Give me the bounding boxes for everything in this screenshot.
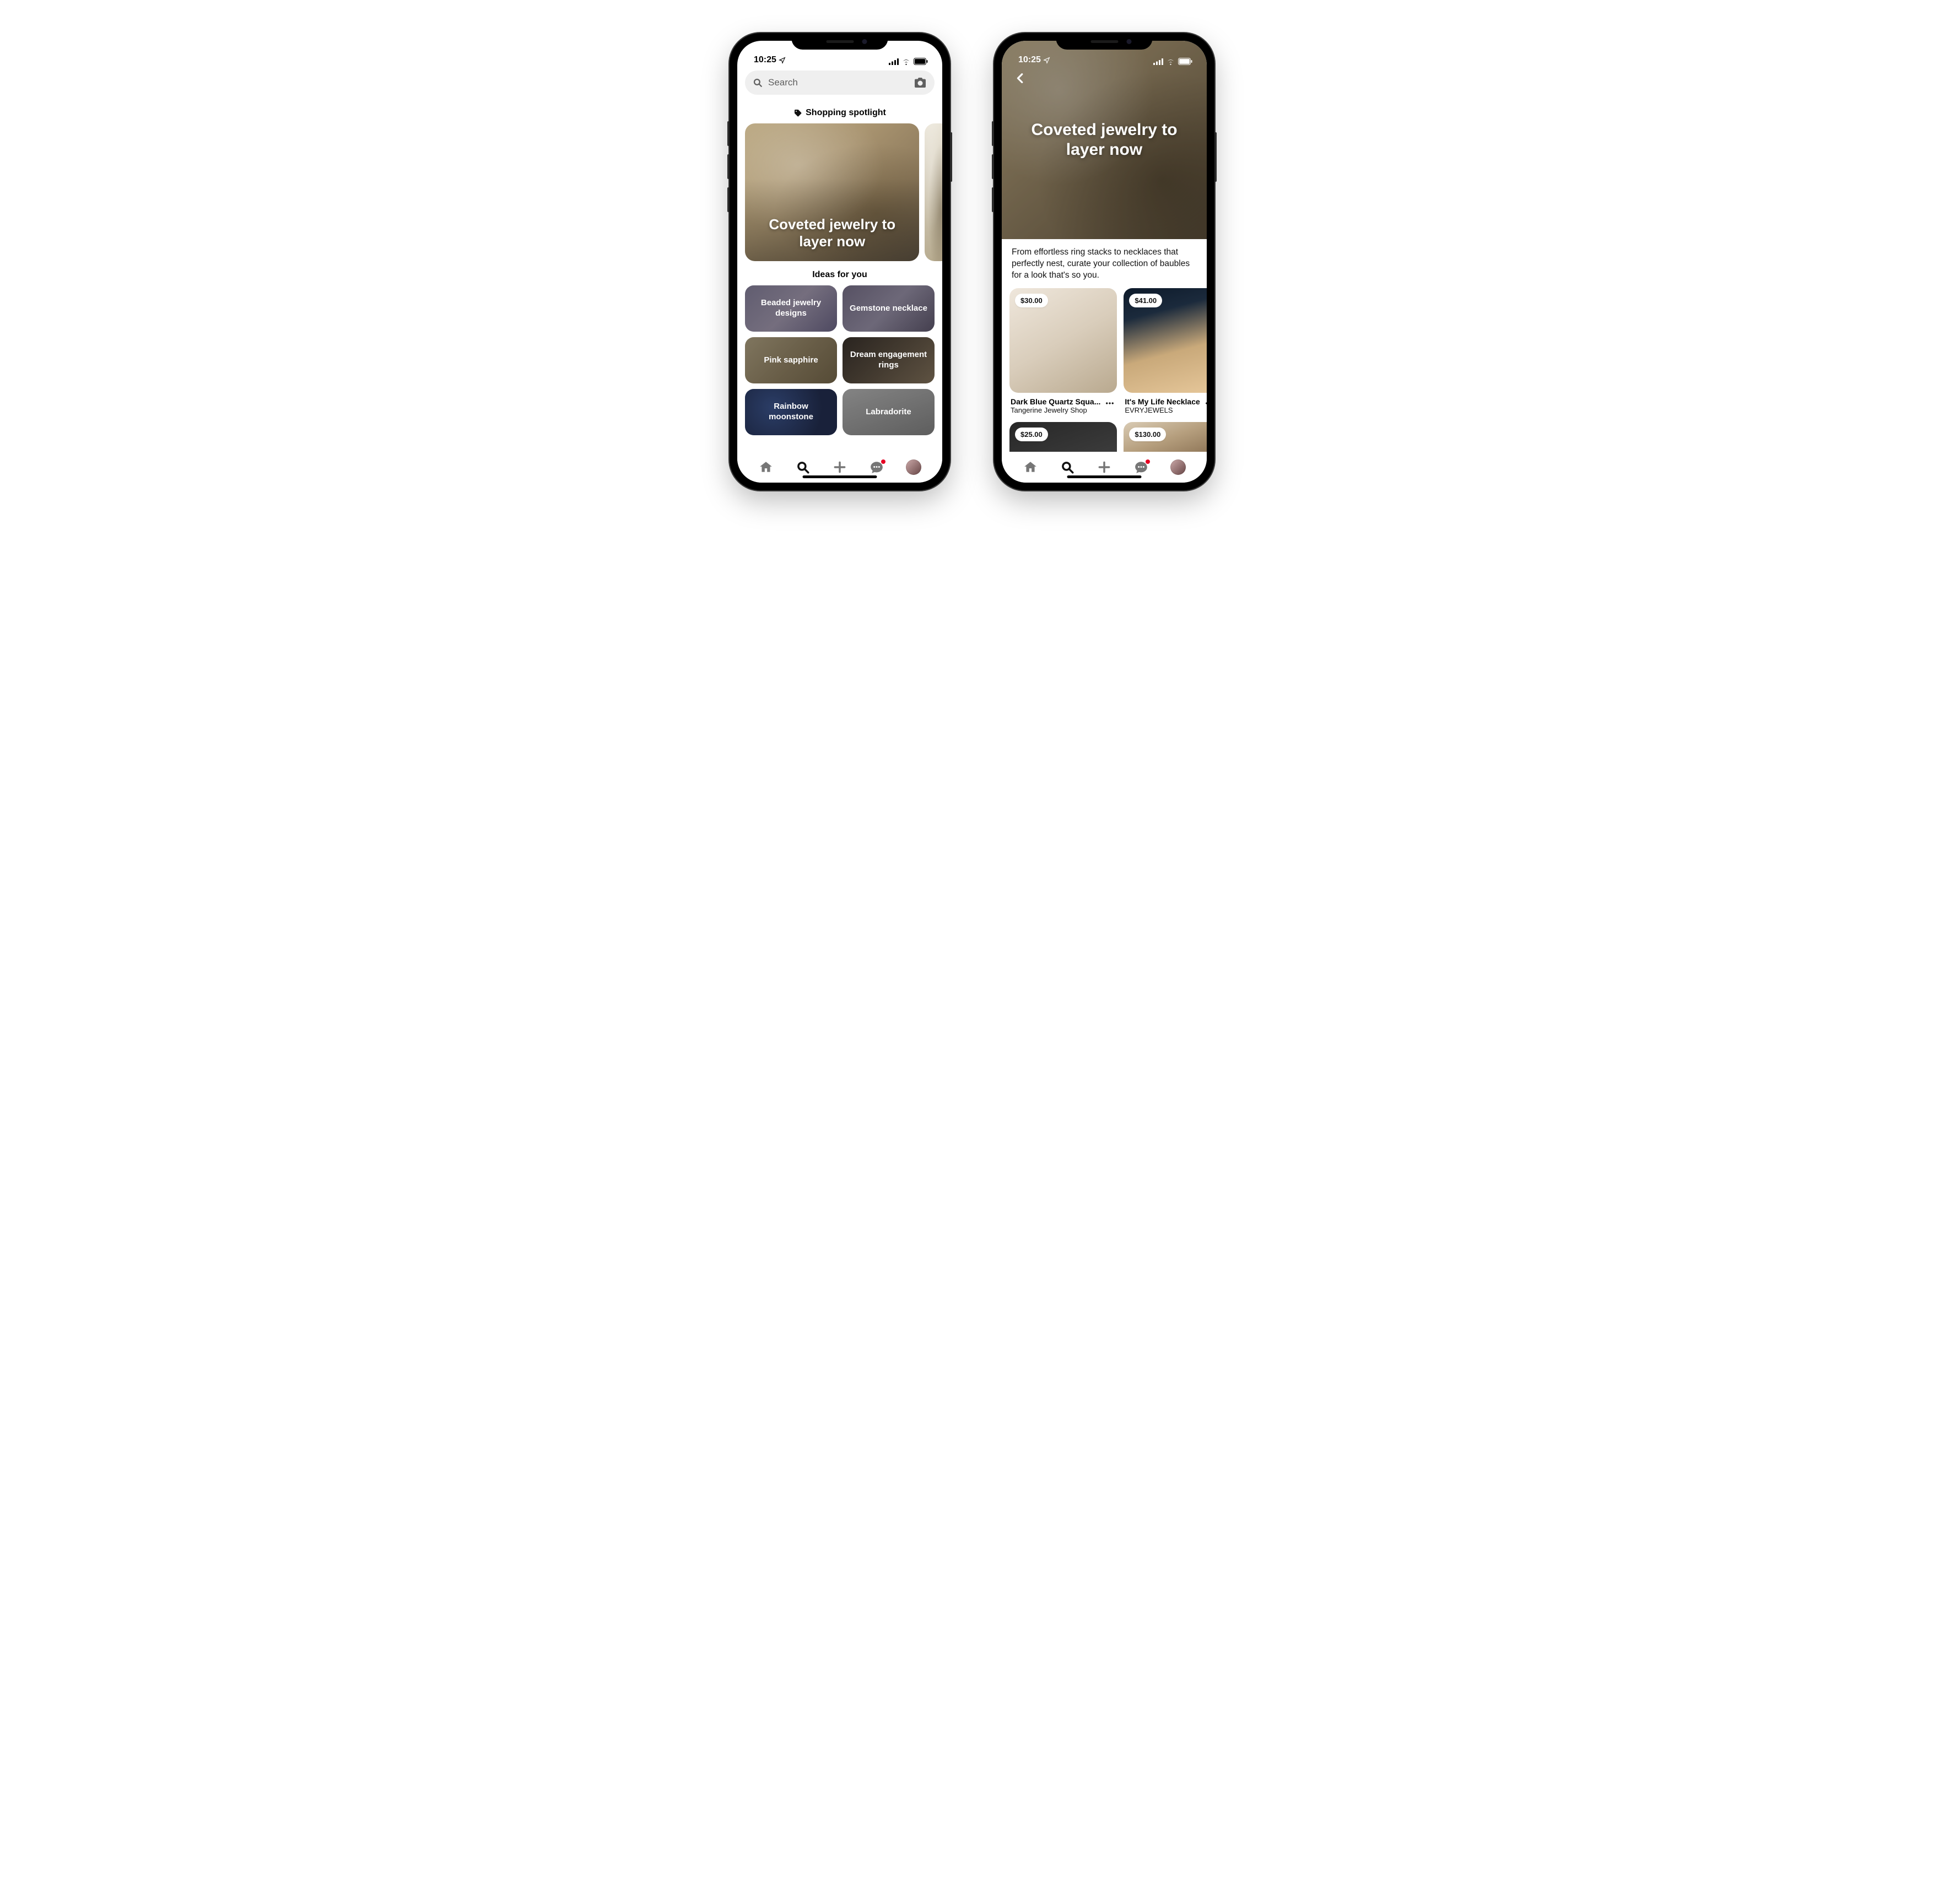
wifi-icon — [901, 58, 911, 65]
back-button[interactable] — [1011, 68, 1030, 88]
product-card[interactable]: $130.00 — [1124, 422, 1207, 452]
product-seller: Tangerine Jewelry Shop — [1011, 406, 1100, 414]
notification-dot — [881, 459, 885, 464]
screen-left: 10:25 Search Sho — [737, 41, 942, 483]
product-card[interactable]: $41.00 It's My Life Necklace EVRYJEWELS — [1124, 288, 1207, 414]
product-title: Dark Blue Quartz Squa... — [1011, 397, 1100, 406]
battery-icon — [914, 58, 928, 65]
idea-tile-pink-sapphire[interactable]: Pink sapphire — [745, 337, 837, 383]
more-horizontal-icon — [1205, 398, 1207, 408]
shopping-spotlight-header: Shopping spotlight — [737, 99, 942, 123]
price-tag-icon — [793, 109, 802, 117]
idea-tile-labradorite[interactable]: Labradorite — [843, 389, 935, 435]
product-more-button[interactable] — [1203, 397, 1207, 408]
search-icon — [1060, 460, 1074, 474]
screen-right: 10:25 Coveted jewelry to layer now From … — [1002, 41, 1207, 483]
tab-home[interactable] — [1018, 455, 1043, 479]
tab-profile[interactable] — [901, 455, 926, 479]
spotlight-hero-card[interactable]: Coveted jewelry to layer now — [745, 123, 919, 261]
camera-icon[interactable] — [914, 76, 927, 89]
location-arrow-icon — [1043, 57, 1050, 64]
price-badge: $30.00 — [1015, 294, 1048, 307]
tab-home[interactable] — [754, 455, 778, 479]
more-horizontal-icon — [1105, 398, 1115, 408]
status-time: 10:25 — [1018, 55, 1041, 65]
chevron-left-icon — [1014, 72, 1027, 84]
product-card[interactable]: $30.00 Dark Blue Quartz Squa... Tangerin… — [1009, 288, 1117, 414]
profile-avatar-icon — [1170, 459, 1186, 475]
idea-tile-engagement-rings[interactable]: Dream engagement rings — [843, 337, 935, 383]
search-icon — [753, 78, 763, 88]
price-badge: $130.00 — [1129, 428, 1166, 441]
search-placeholder: Search — [768, 77, 908, 88]
spotlight-next-card-peek[interactable] — [925, 123, 942, 261]
detail-hero: Coveted jewelry to layer now — [1002, 41, 1207, 239]
search-input[interactable]: Search — [745, 71, 935, 95]
product-card[interactable]: $25.00 — [1009, 422, 1117, 452]
cellular-signal-icon — [889, 58, 899, 65]
home-icon — [1023, 460, 1038, 474]
device-notch — [1056, 33, 1153, 50]
device-notch — [792, 33, 888, 50]
detail-description: From effortless ring stacks to necklaces… — [1002, 239, 1207, 288]
location-arrow-icon — [779, 57, 786, 64]
search-icon — [796, 460, 810, 474]
tab-profile[interactable] — [1166, 455, 1190, 479]
price-badge: $25.00 — [1015, 428, 1048, 441]
price-badge: $41.00 — [1129, 294, 1162, 307]
cellular-signal-icon — [1153, 58, 1163, 65]
status-time: 10:25 — [754, 55, 776, 65]
phone-mockup-left: 10:25 Search Sho — [730, 33, 950, 490]
idea-tile-gemstone-necklace[interactable]: Gemstone necklace — [843, 285, 935, 332]
battery-icon — [1178, 58, 1192, 65]
product-more-button[interactable] — [1104, 397, 1116, 408]
profile-avatar-icon — [906, 459, 921, 475]
spotlight-hero-title: Coveted jewelry to layer now — [764, 216, 901, 250]
ideas-for-you-header: Ideas for you — [737, 261, 942, 285]
product-seller: EVRYJEWELS — [1125, 406, 1200, 414]
plus-icon — [833, 460, 847, 474]
notification-dot — [1146, 459, 1150, 464]
wifi-icon — [1166, 58, 1175, 65]
idea-tile-beaded-jewelry[interactable]: Beaded jewelry designs — [745, 285, 837, 332]
home-indicator[interactable] — [1067, 475, 1142, 478]
plus-icon — [1097, 460, 1111, 474]
idea-tile-rainbow-moonstone[interactable]: Rainbow moonstone — [745, 389, 837, 435]
detail-hero-title: Coveted jewelry to layer now — [1018, 120, 1190, 160]
home-indicator[interactable] — [803, 475, 877, 478]
phone-mockup-right: 10:25 Coveted jewelry to layer now From … — [994, 33, 1214, 490]
product-title: It's My Life Necklace — [1125, 397, 1200, 406]
home-icon — [759, 460, 773, 474]
